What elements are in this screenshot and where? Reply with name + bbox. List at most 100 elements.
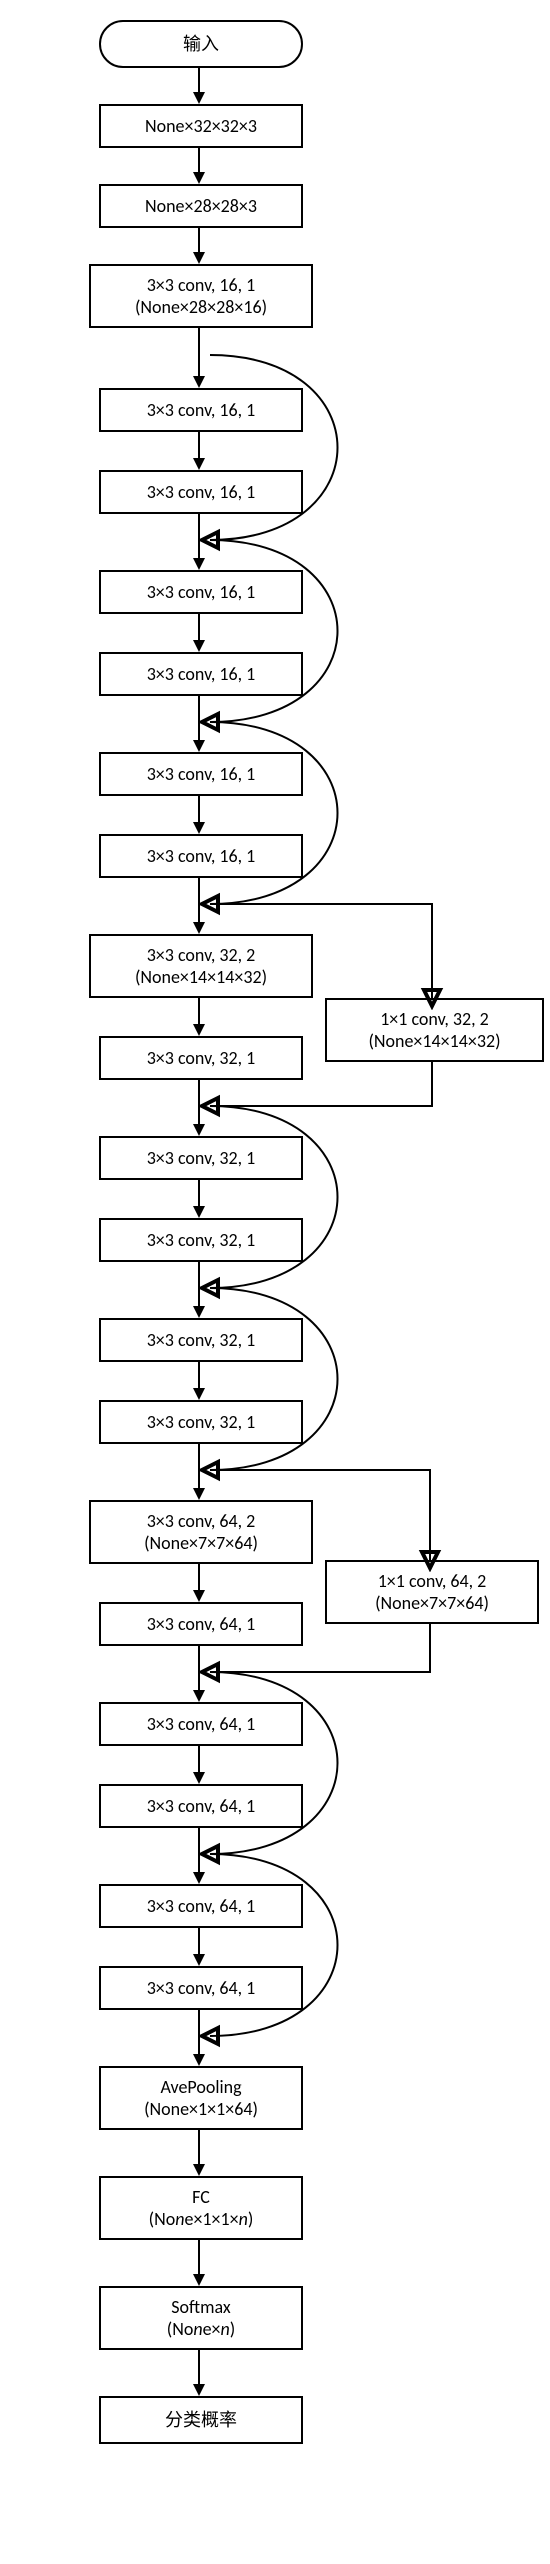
node-fc: FC (None×1×1×n) bbox=[99, 2176, 303, 2240]
arrow-b1-b2 bbox=[198, 226, 200, 252]
node-b1: None×28×28×3 bbox=[99, 184, 303, 228]
arrowhead-b8-b9 bbox=[193, 922, 205, 934]
node-b4-label: 3×3 conv, 16, 1 bbox=[147, 481, 256, 504]
arrowhead-b0-b1 bbox=[193, 172, 205, 184]
node-b20-label: 3×3 conv, 64, 1 bbox=[147, 1977, 256, 2000]
arrow-b17-b18 bbox=[198, 1744, 200, 1772]
arrowhead-b2-b3 bbox=[193, 376, 205, 388]
arrowhead-b9-b10 bbox=[193, 1024, 205, 1036]
node-b0: None×32×32×3 bbox=[99, 104, 303, 148]
arrowhead-b20-avg bbox=[193, 2054, 205, 2066]
node-b15-l2: (None×7×7×64) bbox=[144, 1532, 258, 1555]
node-b3-label: 3×3 conv, 16, 1 bbox=[147, 399, 256, 422]
arrowhead-input-b0 bbox=[193, 92, 205, 104]
arrowhead-b6-b7 bbox=[193, 740, 205, 752]
node-b19: 3×3 conv, 64, 1 bbox=[99, 1884, 303, 1928]
arrowhead-b18-b19 bbox=[193, 1872, 205, 1884]
arrow-b0-b1 bbox=[198, 146, 200, 172]
node-avg: AvePooling (None×1×1×64) bbox=[99, 2066, 303, 2130]
arrow-b3-b4 bbox=[198, 430, 200, 458]
node-b16-label: 3×3 conv, 64, 1 bbox=[147, 1613, 256, 1636]
arrow-input-b0 bbox=[198, 66, 200, 92]
node-b3: 3×3 conv, 16, 1 bbox=[99, 388, 303, 432]
node-side32-l2: (None×14×14×32) bbox=[368, 1030, 500, 1053]
arrow-b14-b15 bbox=[198, 1442, 200, 1488]
arrow-b11-b12 bbox=[198, 1178, 200, 1206]
node-output-label: 分类概率 bbox=[165, 2409, 237, 2432]
arrow-fc-sm bbox=[198, 2238, 200, 2274]
arrowhead-fc-sm bbox=[193, 2274, 205, 2286]
node-output: 分类概率 bbox=[99, 2396, 303, 2444]
node-avg-l1: AvePooling bbox=[160, 2076, 241, 2099]
arrowhead-b1-b2 bbox=[193, 252, 205, 264]
node-sm-l1: Softmax bbox=[171, 2296, 230, 2319]
arrow-b16-b17 bbox=[198, 1644, 200, 1690]
node-b19-label: 3×3 conv, 64, 1 bbox=[147, 1895, 256, 1918]
node-b18: 3×3 conv, 64, 1 bbox=[99, 1784, 303, 1828]
node-b11: 3×3 conv, 32, 1 bbox=[99, 1136, 303, 1180]
node-b17-label: 3×3 conv, 64, 1 bbox=[147, 1713, 256, 1736]
arrowhead-b15-b16 bbox=[193, 1590, 205, 1602]
node-b16: 3×3 conv, 64, 1 bbox=[99, 1602, 303, 1646]
arrow-b15-b16 bbox=[198, 1562, 200, 1590]
node-b2-l1: 3×3 conv, 16, 1 bbox=[147, 274, 256, 297]
node-b14-label: 3×3 conv, 32, 1 bbox=[147, 1411, 256, 1434]
arrow-sm-out bbox=[198, 2348, 200, 2384]
arrow-b8-b9 bbox=[198, 876, 200, 922]
arrowhead-b17-b18 bbox=[193, 1772, 205, 1784]
node-side32: 1×1 conv, 32, 2 (None×14×14×32) bbox=[325, 998, 544, 1062]
arrow-b6-b7 bbox=[198, 694, 200, 740]
node-b5-label: 3×3 conv, 16, 1 bbox=[147, 581, 256, 604]
arrow-b4-b5 bbox=[198, 512, 200, 558]
node-b6-label: 3×3 conv, 16, 1 bbox=[147, 663, 256, 686]
node-b17: 3×3 conv, 64, 1 bbox=[99, 1702, 303, 1746]
node-b9: 3×3 conv, 32, 2 (None×14×14×32) bbox=[89, 934, 313, 998]
node-b2: 3×3 conv, 16, 1 (None×28×28×16) bbox=[89, 264, 313, 328]
arrow-b9-b10 bbox=[198, 996, 200, 1024]
node-b6: 3×3 conv, 16, 1 bbox=[99, 652, 303, 696]
arrowhead-b3-b4 bbox=[193, 458, 205, 470]
node-b5: 3×3 conv, 16, 1 bbox=[99, 570, 303, 614]
node-b10-label: 3×3 conv, 32, 1 bbox=[147, 1047, 256, 1070]
node-side64-l1: 1×1 conv, 64, 2 bbox=[378, 1570, 487, 1593]
arrow-b13-b14 bbox=[198, 1360, 200, 1388]
arrowhead-b10-b11 bbox=[193, 1124, 205, 1136]
node-b8: 3×3 conv, 16, 1 bbox=[99, 834, 303, 878]
arrow-b2-b3 bbox=[198, 326, 200, 376]
node-b1-label: None×28×28×3 bbox=[145, 195, 257, 218]
node-b18-label: 3×3 conv, 64, 1 bbox=[147, 1795, 256, 1818]
node-b9-l2: (None×14×14×32) bbox=[135, 966, 267, 989]
arrow-b5-b6 bbox=[198, 612, 200, 640]
arrow-b18-b19 bbox=[198, 1826, 200, 1872]
node-b13: 3×3 conv, 32, 1 bbox=[99, 1318, 303, 1362]
node-b9-l1: 3×3 conv, 32, 2 bbox=[147, 944, 256, 967]
node-b14: 3×3 conv, 32, 1 bbox=[99, 1400, 303, 1444]
arrowhead-b13-b14 bbox=[193, 1388, 205, 1400]
node-b20: 3×3 conv, 64, 1 bbox=[99, 1966, 303, 2010]
node-side64: 1×1 conv, 64, 2 (None×7×7×64) bbox=[325, 1560, 539, 1624]
node-b12: 3×3 conv, 32, 1 bbox=[99, 1218, 303, 1262]
node-b15: 3×3 conv, 64, 2 (None×7×7×64) bbox=[89, 1500, 313, 1564]
node-sm-l2: (None×n) bbox=[167, 2318, 236, 2341]
arrow-b10-b11 bbox=[198, 1078, 200, 1124]
node-b7: 3×3 conv, 16, 1 bbox=[99, 752, 303, 796]
node-b12-label: 3×3 conv, 32, 1 bbox=[147, 1229, 256, 1252]
arrow-avg-fc bbox=[198, 2128, 200, 2164]
node-b7-label: 3×3 conv, 16, 1 bbox=[147, 763, 256, 786]
arrow-b12-b13 bbox=[198, 1260, 200, 1306]
arrowhead-b7-b8 bbox=[193, 822, 205, 834]
arrowhead-sm-out bbox=[193, 2384, 205, 2396]
node-b13-label: 3×3 conv, 32, 1 bbox=[147, 1329, 256, 1352]
node-b8-label: 3×3 conv, 16, 1 bbox=[147, 845, 256, 868]
arrowhead-b16-b17 bbox=[193, 1690, 205, 1702]
node-b4: 3×3 conv, 16, 1 bbox=[99, 470, 303, 514]
arrowhead-b14-b15 bbox=[193, 1488, 205, 1500]
node-b15-l1: 3×3 conv, 64, 2 bbox=[147, 1510, 256, 1533]
arrowhead-b4-b5 bbox=[193, 558, 205, 570]
diagram-canvas: 输入 None×32×32×3 None×28×28×3 3×3 conv, 1… bbox=[0, 0, 550, 2564]
arrowhead-avg-fc bbox=[193, 2164, 205, 2176]
arrow-b7-b8 bbox=[198, 794, 200, 822]
node-fc-l2: (None×1×1×n) bbox=[149, 2208, 254, 2231]
node-b11-label: 3×3 conv, 32, 1 bbox=[147, 1147, 256, 1170]
arrowhead-b12-b13 bbox=[193, 1306, 205, 1318]
